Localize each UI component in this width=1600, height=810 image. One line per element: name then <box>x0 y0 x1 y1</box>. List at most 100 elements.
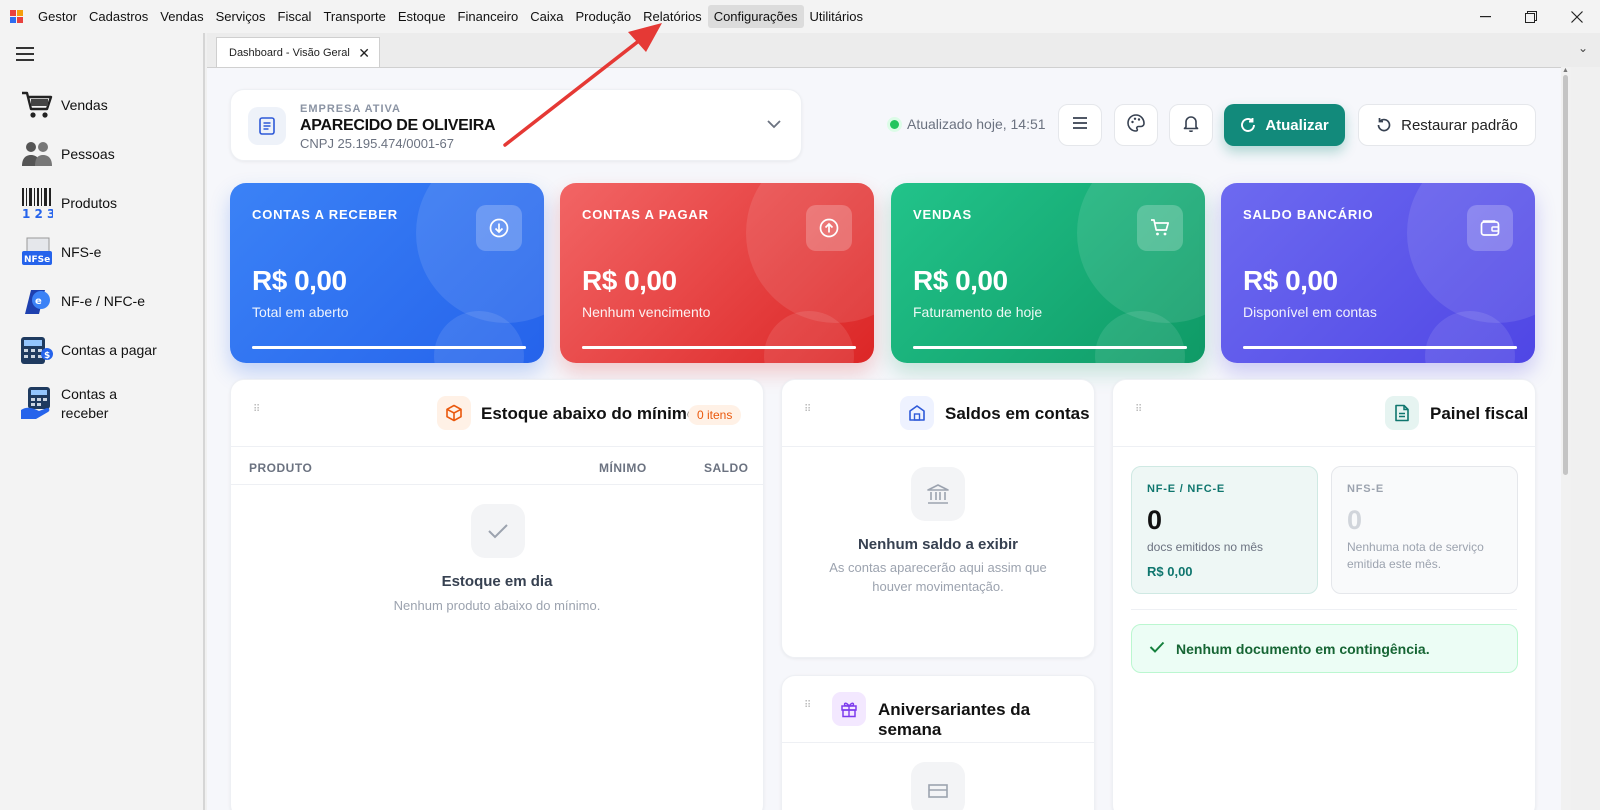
document-text-icon <box>1385 396 1419 430</box>
contingency-status: Nenhum documento em contingência. <box>1131 624 1518 673</box>
calculator-icon: $ <box>20 333 54 367</box>
menu-estoque[interactable]: Estoque <box>392 5 452 28</box>
nfse-icon: NFSe <box>20 235 54 269</box>
sidebar-item-contas-pagar[interactable]: $ Contas a pagar <box>20 333 157 367</box>
column-header-produto[interactable]: PRODUTO <box>249 461 312 475</box>
dashboard-content: EMPRESA ATIVA APARECIDO DE OLIVEIRA CNPJ… <box>207 67 1561 810</box>
sidebar-item-nfe[interactable]: e NF-e / NFC-e <box>20 284 145 318</box>
panel-title: Estoque abaixo do mínimo <box>481 404 698 423</box>
drag-handle-icon[interactable]: ⠿ <box>804 701 812 711</box>
bell-icon <box>1183 114 1199 137</box>
restore-default-button[interactable]: Restaurar padrão <box>1358 104 1536 146</box>
column-header-minimo[interactable]: MÍNIMO <box>599 461 647 475</box>
sidebar: Vendas Pessoas 1 2 3 Produtos NFSe NFS-e… <box>0 33 205 810</box>
scrollbar-thumb[interactable] <box>1563 75 1568 475</box>
kpi-contas-pagar[interactable]: CONTAS A PAGAR R$ 0,00 Nenhum vencimento <box>560 183 874 363</box>
nfse-label: NFS-E <box>1347 483 1384 495</box>
empty-title: Estoque em dia <box>441 573 553 590</box>
svg-text:e: e <box>35 296 42 307</box>
menu-vendas[interactable]: Vendas <box>154 5 209 28</box>
title-bar: Gestor Cadastros Vendas Serviços Fiscal … <box>0 0 1600 33</box>
drag-handle-icon[interactable]: ⠿ <box>1135 405 1143 415</box>
cart-icon <box>1137 205 1183 251</box>
menu-gestor[interactable]: Gestor <box>32 5 83 28</box>
company-selector[interactable]: EMPRESA ATIVA APARECIDO DE OLIVEIRA CNPJ… <box>230 89 802 161</box>
menu-servicos[interactable]: Serviços <box>210 5 272 28</box>
kpi-saldo-bancario[interactable]: SALDO BANCÁRIO R$ 0,00 Disponível em con… <box>1221 183 1535 363</box>
drag-handle-icon[interactable]: ⠿ <box>804 405 812 415</box>
bank-icon <box>900 396 934 430</box>
theme-button[interactable] <box>1114 104 1158 146</box>
tab-list-chevron-icon[interactable]: ⌄ <box>1578 41 1588 55</box>
sidebar-item-contas-receber[interactable]: Contas a receber <box>20 386 117 423</box>
menu-button[interactable] <box>1058 104 1102 146</box>
company-label: EMPRESA ATIVA <box>300 103 402 115</box>
menu-bar: Gestor Cadastros Vendas Serviços Fiscal … <box>32 0 869 33</box>
barcode-icon: 1 2 3 <box>20 186 54 220</box>
kpi-value: R$ 0,00 <box>913 265 1008 296</box>
chevron-down-icon[interactable] <box>767 116 781 134</box>
drag-handle-icon[interactable]: ⠿ <box>253 405 261 415</box>
notifications-button[interactable] <box>1169 104 1213 146</box>
bank-building-icon <box>911 467 965 521</box>
nfse-count: 0 <box>1347 505 1363 535</box>
tab-strip: Dashboard - Visão Geral ✕ ⌄ <box>207 33 1600 67</box>
hamburger-menu-icon[interactable] <box>16 47 34 61</box>
menu-relatorios[interactable]: Relatórios <box>637 5 708 28</box>
app-logo-icon <box>10 9 24 24</box>
wallet-icon <box>1467 205 1513 251</box>
minimize-button[interactable] <box>1462 0 1508 33</box>
menu-utilitarios[interactable]: Utilitários <box>804 5 869 28</box>
sidebar-item-pessoas[interactable]: Pessoas <box>20 137 115 171</box>
kpi-subtitle: Faturamento de hoje <box>913 304 1043 320</box>
refresh-button[interactable]: Atualizar <box>1224 104 1345 146</box>
menu-configuracoes[interactable]: Configurações <box>707 5 804 28</box>
panel-title: Aniversariantes da semana <box>878 700 1031 739</box>
nfe-count: 0 <box>1147 505 1163 535</box>
receivables-icon <box>20 386 54 420</box>
nfe-value: R$ 0,00 <box>1147 564 1193 579</box>
sidebar-item-nfse[interactable]: NFSe NFS-e <box>20 235 101 269</box>
palette-icon <box>1127 113 1145 137</box>
kpi-subtitle: Total em aberto <box>252 304 349 320</box>
column-header-saldo[interactable]: SALDO <box>704 461 749 475</box>
count-badge: 0 itens <box>688 405 742 425</box>
box-icon <box>437 396 471 430</box>
saldos-panel: ⠿ Saldos em contas Nenhum saldo a exibir… <box>781 379 1095 658</box>
restore-window-button[interactable] <box>1508 0 1554 33</box>
sidebar-item-vendas[interactable]: Vendas <box>20 88 108 122</box>
restore-button-label: Restaurar padrão <box>1401 116 1518 134</box>
kpi-title: CONTAS A RECEBER <box>252 207 398 222</box>
svg-text:NFSe: NFSe <box>24 255 50 265</box>
nfse-summary-card[interactable]: NFS-E 0 Nenhuma nota de serviço emitida … <box>1331 466 1518 594</box>
menu-producao[interactable]: Produção <box>570 5 638 28</box>
menu-fiscal[interactable]: Fiscal <box>272 5 318 28</box>
svg-text:$: $ <box>44 351 50 361</box>
list-icon <box>1072 116 1088 135</box>
empty-subtitle: Nenhum produto abaixo do mínimo. <box>393 598 601 613</box>
kpi-subtitle: Disponível em contas <box>1243 304 1377 320</box>
kpi-title: SALDO BANCÁRIO <box>1243 207 1374 222</box>
menu-cadastros[interactable]: Cadastros <box>83 5 154 28</box>
sidebar-item-label: NF-e / NFC-e <box>61 293 145 309</box>
update-status-text: Atualizado hoje, 14:51 <box>907 116 1046 132</box>
kpi-title: VENDAS <box>913 207 972 222</box>
tab-dashboard[interactable]: Dashboard - Visão Geral ✕ <box>216 37 380 67</box>
kpi-value: R$ 0,00 <box>1243 265 1338 296</box>
close-tab-icon[interactable]: ✕ <box>358 45 370 62</box>
sidebar-item-produtos[interactable]: 1 2 3 Produtos <box>20 186 117 220</box>
close-window-button[interactable] <box>1554 0 1600 33</box>
menu-financeiro[interactable]: Financeiro <box>452 5 525 28</box>
kpi-contas-receber[interactable]: CONTAS A RECEBER R$ 0,00 Total em aberto <box>230 183 544 363</box>
kpi-vendas[interactable]: VENDAS R$ 0,00 Faturamento de hoje <box>891 183 1205 363</box>
nfe-summary-card[interactable]: NF-E / NFC-E 0 docs emitidos no mês R$ 0… <box>1131 466 1318 594</box>
check-icon <box>471 504 525 558</box>
menu-caixa[interactable]: Caixa <box>524 5 569 28</box>
update-status: Atualizado hoje, 14:51 <box>890 116 1046 132</box>
vertical-scrollbar[interactable]: ▲ <box>1561 67 1571 810</box>
arrow-down-circle-icon <box>476 205 522 251</box>
menu-transporte[interactable]: Transporte <box>317 5 391 28</box>
scroll-up-icon[interactable]: ▲ <box>1562 67 1569 74</box>
kpi-title: CONTAS A PAGAR <box>582 207 709 222</box>
kpi-value: R$ 0,00 <box>582 265 677 296</box>
